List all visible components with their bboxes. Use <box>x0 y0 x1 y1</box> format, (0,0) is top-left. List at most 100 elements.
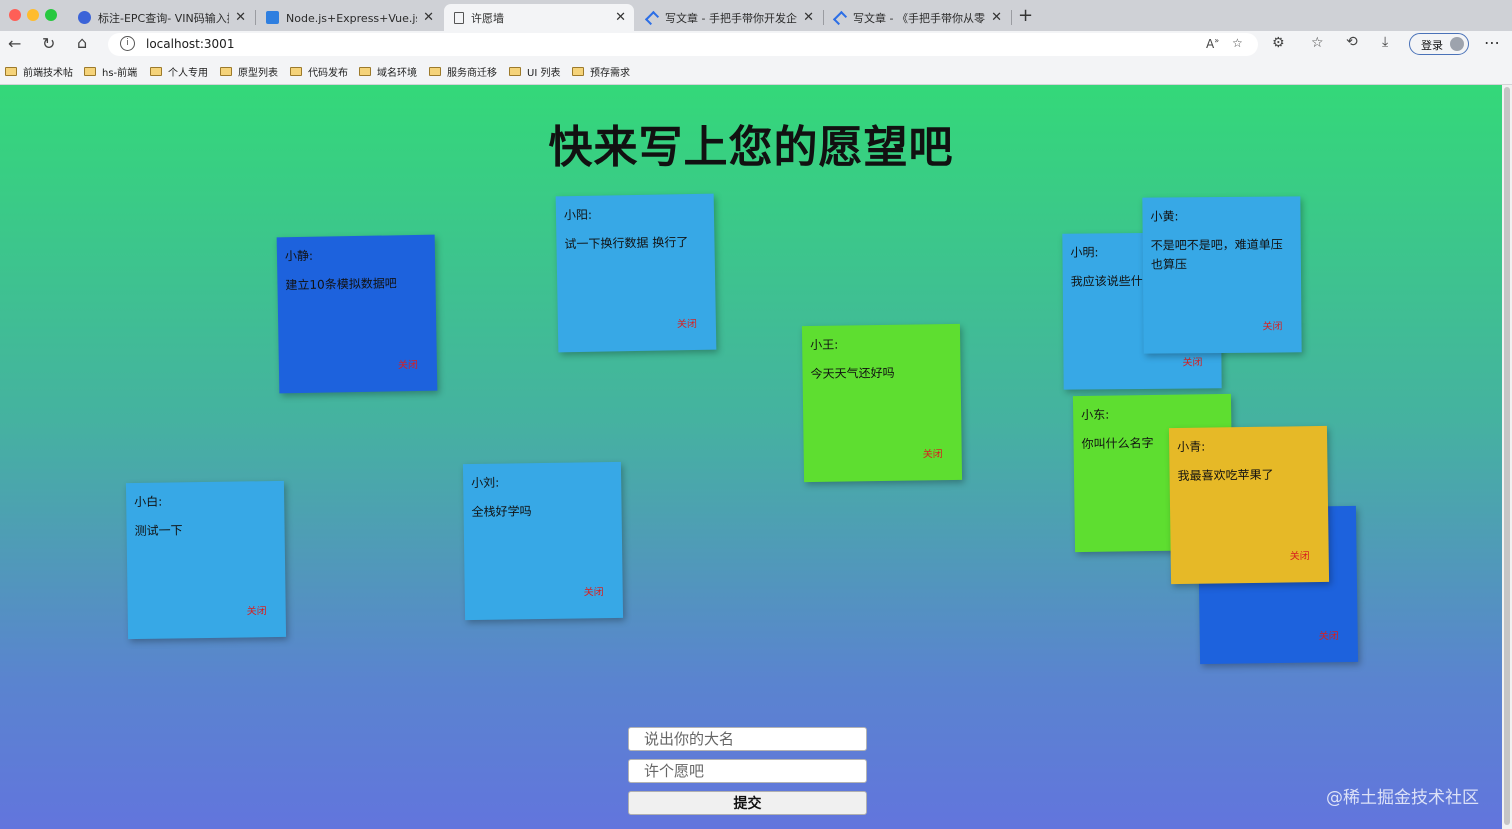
tab-close-icon[interactable]: ✕ <box>615 10 626 25</box>
window-close-dot[interactable] <box>9 9 21 21</box>
tab-title: Node.js+Express+Vue.js项目开 <box>286 11 417 25</box>
navigation-toolbar: ← ↻ ⌂ i localhost:3001 A» ☆ ⚙ ☆ ⟲ ⤓ 登录 ⋯ <box>0 31 1512 58</box>
more-menu-icon[interactable]: ⋯ <box>1484 33 1500 52</box>
tab-close-icon[interactable]: ✕ <box>423 10 434 25</box>
site-info-icon[interactable]: i <box>120 36 135 51</box>
tab-wish-wall[interactable]: 许愿墙 ✕ <box>444 4 634 31</box>
wish-note[interactable]: 小阳: 试一下换行数据 换行了 关闭 <box>555 193 717 353</box>
note-close-button[interactable]: 关闭 <box>247 602 267 617</box>
tab-close-icon[interactable]: ✕ <box>991 10 1002 25</box>
avatar-icon <box>1450 37 1464 51</box>
new-tab-button[interactable]: + <box>1018 5 1033 26</box>
tab-juejin-1[interactable]: 写文章 - 手把手带你开发企业级 ✕ <box>636 4 822 31</box>
wish-form: 提交 <box>628 727 867 815</box>
scrollbar-thumb[interactable] <box>1504 87 1510 825</box>
wish-wall-page: 快来写上您的愿望吧 小静: 建立10条模拟数据吧 关闭 小阳: 试一下换行数据 … <box>0 85 1502 829</box>
wish-note[interactable]: 小白: 测试一下 关闭 <box>125 480 287 640</box>
watermark: @稀土掘金技术社区 <box>1326 788 1479 808</box>
bookmark-label: 预存需求 <box>590 68 630 79</box>
note-close-button[interactable]: 关闭 <box>1319 627 1339 642</box>
window-zoom-dot[interactable] <box>45 9 57 21</box>
tab-close-icon[interactable]: ✕ <box>235 10 246 25</box>
note-close-button[interactable]: 关闭 <box>677 315 697 330</box>
bookmark-folder[interactable]: 代码发布 <box>290 64 348 79</box>
bookmark-folder[interactable]: 预存需求 <box>572 64 630 79</box>
note-author: 小青: <box>1177 439 1206 454</box>
note-author: 小阳: <box>563 207 593 223</box>
tab-strip: 标注-EPC查询- VIN码输入提示 ✕ Node.js+Express+Vue… <box>0 0 1512 31</box>
wish-note[interactable]: 小静: 建立10条模拟数据吧 关闭 <box>276 234 438 394</box>
tab-nodejs[interactable]: Node.js+Express+Vue.js项目开 ✕ <box>256 4 442 31</box>
url-text[interactable]: localhost:3001 <box>146 37 234 51</box>
folder-icon <box>220 67 232 76</box>
note-close-button[interactable]: 关闭 <box>1182 353 1202 368</box>
note-close-button[interactable]: 关闭 <box>923 445 943 460</box>
folder-icon <box>429 67 441 76</box>
note-close-button[interactable]: 关闭 <box>1262 317 1282 332</box>
extensions-icon[interactable]: ⚙ <box>1272 35 1285 51</box>
bookmark-label: 原型列表 <box>238 68 278 79</box>
note-message: 测试一下 <box>134 523 183 538</box>
submit-button[interactable]: 提交 <box>628 791 867 815</box>
browser-chrome: 标注-EPC查询- VIN码输入提示 ✕ Node.js+Express+Vue… <box>0 0 1512 85</box>
window-minimize-dot[interactable] <box>27 9 39 21</box>
wish-note[interactable]: 小黄: 不是吧不是吧，难道单压也算压 关闭 <box>1142 196 1302 354</box>
bookmark-folder[interactable]: 个人专用 <box>150 64 208 79</box>
note-message: 今天天气还好吗 <box>810 365 895 381</box>
folder-icon <box>5 67 17 76</box>
page-scrollbar[interactable] <box>1502 85 1512 829</box>
folder-icon <box>572 67 584 76</box>
history-icon[interactable]: ⟲ <box>1346 34 1358 50</box>
back-arrow-icon[interactable]: ← <box>8 34 21 53</box>
tab-title: 写文章 - 《手把手带你从零开始 <box>853 11 985 25</box>
name-input[interactable] <box>628 727 867 751</box>
bookmark-label: UI 列表 <box>527 68 561 79</box>
tab-title: 写文章 - 手把手带你开发企业级 <box>665 11 797 25</box>
wish-note[interactable]: 小王: 今天天气还好吗 关闭 <box>801 323 963 483</box>
note-author: 小静: <box>284 248 314 264</box>
folder-icon <box>150 67 162 76</box>
bookmark-folder[interactable]: 服务商迁移 <box>429 64 497 79</box>
bookmark-folder[interactable]: 前端技术帖 <box>5 64 73 79</box>
note-close-button[interactable]: 关闭 <box>584 583 604 598</box>
bookmark-folder[interactable]: hs-前端 <box>84 64 137 79</box>
note-author: 小王: <box>810 337 839 352</box>
home-icon[interactable]: ⌂ <box>77 33 87 52</box>
folder-icon <box>84 67 96 76</box>
note-close-button[interactable]: 关闭 <box>1290 547 1310 562</box>
note-message: 全栈好学吗 <box>471 504 532 519</box>
favorite-star-icon[interactable]: ☆ <box>1232 36 1243 50</box>
profile-login-button[interactable]: 登录 <box>1409 33 1469 55</box>
bookmark-label: 代码发布 <box>308 68 348 79</box>
epc-favicon-icon <box>78 11 91 24</box>
note-message: 试一下换行数据 换行了 <box>564 235 689 252</box>
wish-note[interactable]: 小青: 我最喜欢吃苹果了 关闭 <box>1168 425 1330 585</box>
address-bar[interactable]: i localhost:3001 A» ☆ <box>108 33 1258 56</box>
wish-input[interactable] <box>628 759 867 783</box>
page-favicon-icon <box>454 11 464 24</box>
note-author: 小东: <box>1081 407 1110 422</box>
bookmark-label: 域名环境 <box>377 68 417 79</box>
tab-close-icon[interactable]: ✕ <box>803 10 814 25</box>
read-aloud-icon[interactable]: A» <box>1206 36 1219 51</box>
wish-note[interactable]: 小刘: 全栈好学吗 关闭 <box>462 461 624 621</box>
tab-epc[interactable]: 标注-EPC查询- VIN码输入提示 ✕ <box>68 4 254 31</box>
juejin-favicon-icon <box>644 10 660 25</box>
folder-icon <box>359 67 371 76</box>
favorites-icon[interactable]: ☆ <box>1311 35 1324 51</box>
download-icon[interactable]: ⤓ <box>1382 34 1388 50</box>
note-message: 我最喜欢吃苹果了 <box>1177 467 1274 483</box>
note-author: 小白: <box>134 494 163 509</box>
tab-juejin-2[interactable]: 写文章 - 《手把手带你从零开始 ✕ <box>824 4 1010 31</box>
project-favicon-icon <box>266 11 279 24</box>
bookmark-folder[interactable]: UI 列表 <box>509 64 560 79</box>
bookmark-folder[interactable]: 域名环境 <box>359 64 417 79</box>
folder-icon <box>290 67 302 76</box>
bookmark-folder[interactable]: 原型列表 <box>220 64 278 79</box>
tab-separator <box>1011 10 1012 25</box>
reload-icon[interactable]: ↻ <box>42 34 55 53</box>
bookmark-label: hs-前端 <box>102 68 138 79</box>
bookmark-label: 个人专用 <box>168 68 208 79</box>
tab-title: 许愿墙 <box>471 11 504 25</box>
note-close-button[interactable]: 关闭 <box>398 356 418 371</box>
